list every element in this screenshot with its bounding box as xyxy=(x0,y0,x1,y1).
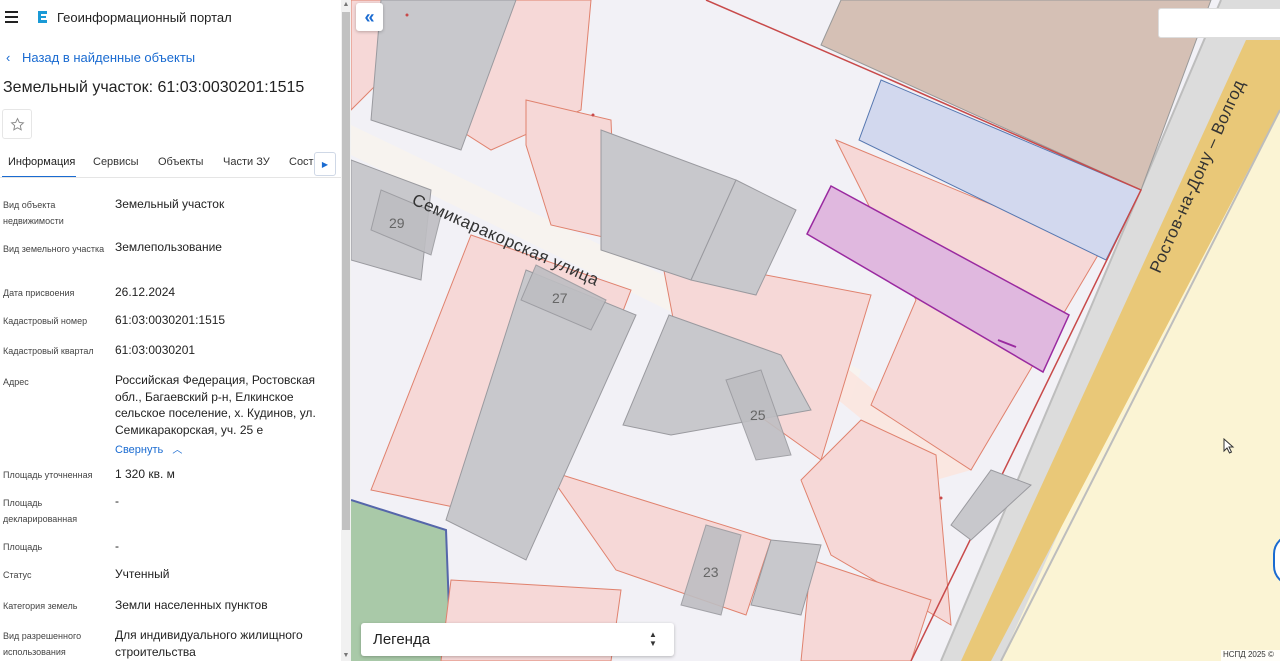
building-number: 29 xyxy=(389,215,405,231)
legend-label: Легенда xyxy=(373,631,431,648)
scroll-up-arrow[interactable]: ▲ xyxy=(341,0,351,10)
property-value: Для индивидуального жилищного строительс… xyxy=(115,628,303,659)
chevron-left-icon: ‹ xyxy=(6,50,11,65)
top-bar: Геоинформационный портал xyxy=(0,0,341,36)
property-label: Дата присвоения xyxy=(3,288,75,298)
page-title: Земельный участок: 61:03:0030201:1515 xyxy=(3,79,305,96)
up-down-arrows-icon: ▲ ▼ xyxy=(649,630,657,648)
property-label: Вид земельного участка xyxy=(3,244,105,254)
property-value: Земельный участок xyxy=(115,197,225,211)
portal-logo-icon xyxy=(38,11,47,23)
property-value: Земли населенных пунктов xyxy=(115,598,268,612)
map-canvas[interactable] xyxy=(351,0,1280,661)
tab-objects[interactable]: Объекты xyxy=(158,156,203,168)
property-value: - xyxy=(115,494,119,508)
property-value: 61:03:0030201 xyxy=(115,343,196,357)
property-value: Землепользование xyxy=(115,240,222,254)
double-chevron-left-icon: « xyxy=(364,6,375,27)
info-tabs: Информация Сервисы Объекты Части ЗУ Сост… xyxy=(0,150,341,178)
cadastral-map[interactable]: Семикаракорская улица Ростов-на-Дону – В… xyxy=(351,0,1280,661)
property-value: 61:03:0030201:1515 xyxy=(115,313,226,327)
scroll-down-arrow[interactable]: ▼ xyxy=(341,651,351,661)
hamburger-icon[interactable] xyxy=(5,11,19,23)
back-link-label: Назад в найденные объекты xyxy=(22,50,196,65)
property-label: Кадастровый квартал xyxy=(3,346,94,356)
property-label: Площадь xyxy=(3,542,43,552)
property-label: Адрес xyxy=(3,377,29,387)
map-search-input[interactable] xyxy=(1158,8,1280,38)
sidebar-scrollbar[interactable]: ▲ ▼ xyxy=(341,0,351,661)
property-label: Вид объекта недвижимости xyxy=(3,200,64,226)
tab-parcel-parts[interactable]: Части ЗУ xyxy=(223,156,270,168)
back-to-results-link[interactable]: ‹ Назад в найденные объекты xyxy=(6,50,195,65)
property-value: 26.12.2024 xyxy=(115,285,176,299)
property-label: Категория земель xyxy=(3,601,78,611)
property-label: Кадастровый номер xyxy=(3,316,88,326)
tabs-scroll-right-button[interactable]: ▶ xyxy=(314,152,336,176)
property-label: Площадь уточненная xyxy=(3,470,93,480)
property-value: Учтенный xyxy=(115,567,170,581)
portal-title: Геоинформационный портал xyxy=(57,10,232,25)
property-value: - xyxy=(115,539,119,553)
collapse-address-link[interactable]: Свернуть ︿ xyxy=(115,441,182,456)
mouse-cursor-icon xyxy=(1223,438,1235,454)
collapse-panel-button[interactable]: « xyxy=(356,3,383,31)
property-label: Вид разрешенного использования xyxy=(3,631,82,657)
collapse-label: Свернуть xyxy=(115,444,164,456)
map-copyright: НСПД 2025 © xyxy=(1221,650,1280,661)
building-number: 25 xyxy=(750,407,766,423)
scroll-thumb[interactable] xyxy=(342,12,350,530)
chevron-right-icon: ▶ xyxy=(321,159,329,169)
info-sidebar: Геоинформационный портал ‹ Назад в найден… xyxy=(0,0,351,661)
star-icon xyxy=(9,116,25,131)
chevron-up-icon: ︿ xyxy=(172,445,183,456)
active-tab-indicator xyxy=(2,176,76,177)
tab-services[interactable]: Сервисы xyxy=(93,156,139,168)
property-label: Статус xyxy=(3,570,32,580)
building-number: 23 xyxy=(703,564,719,580)
property-label: Площадь декларированная xyxy=(3,498,78,524)
legend-toggle[interactable]: Легенда ▲ ▼ xyxy=(361,623,674,656)
favorite-button[interactable] xyxy=(2,109,32,139)
building-number: 27 xyxy=(552,290,568,306)
address-value: Российская Федерация, Ростовская обл., Б… xyxy=(115,373,316,437)
property-value: 1 320 кв. м xyxy=(115,467,175,481)
tab-information[interactable]: Информация xyxy=(8,156,75,168)
